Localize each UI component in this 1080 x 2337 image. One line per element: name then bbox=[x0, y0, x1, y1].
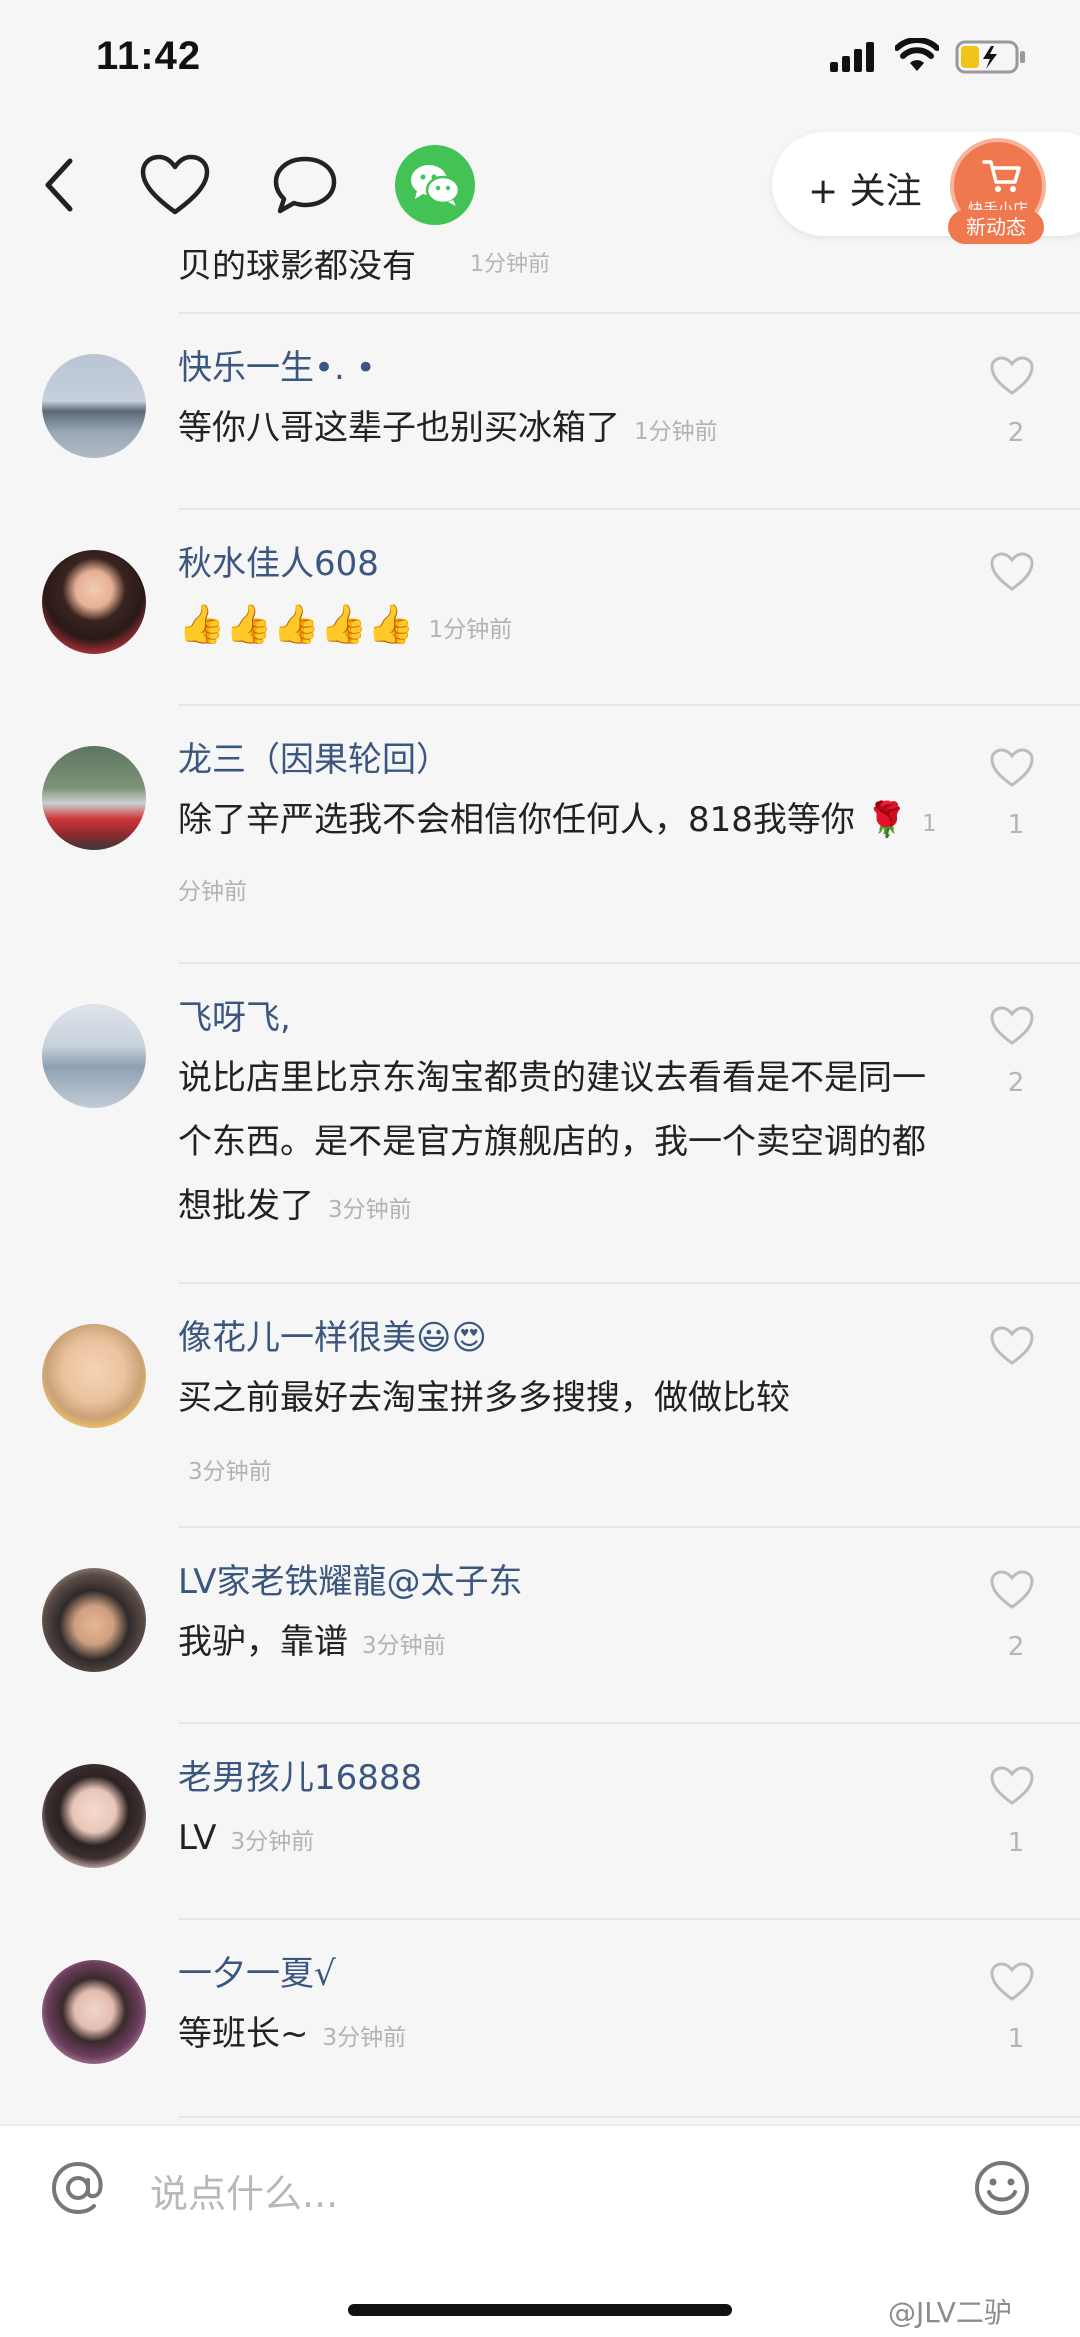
status-time: 11:42 bbox=[96, 34, 202, 78]
comment-text: 等你八哥这辈子也别买冰箱了 bbox=[178, 408, 620, 448]
comment-input-bar: @JLV二驴 bbox=[0, 2124, 1080, 2337]
avatar[interactable] bbox=[42, 1764, 146, 1868]
comment-item[interactable]: 老男孩儿16888 LV 3分钟前 1 bbox=[0, 1724, 1080, 1918]
comment-text-block: 买之前最好去淘宝拼多多搜搜，做做比较 bbox=[178, 1366, 958, 1430]
heart-icon[interactable] bbox=[990, 1326, 1034, 1366]
partial-comment-time: 1分钟前 bbox=[470, 252, 550, 277]
avatar[interactable] bbox=[42, 1568, 146, 1672]
signal-icon bbox=[830, 42, 874, 72]
comment-input[interactable] bbox=[150, 2164, 910, 2224]
comment-item[interactable]: 一夕一夏√ 等班长~ 3分钟前 1 bbox=[0, 1920, 1080, 2116]
commenter-name[interactable]: 老男孩儿16888 bbox=[178, 1750, 422, 1799]
comment-text: 买之前最好去淘宝拼多多搜搜，做做比较 bbox=[178, 1378, 790, 1418]
heart-icon[interactable] bbox=[990, 356, 1034, 396]
cart-icon bbox=[982, 160, 1021, 192]
comment-item[interactable]: 像花儿一样很美😃😍 买之前最好去淘宝拼多多搜搜，做做比较 3分钟前 bbox=[0, 1284, 1080, 1526]
comment-time: 3分钟前 bbox=[230, 1829, 315, 1855]
chevron-left-icon bbox=[45, 158, 73, 212]
comment-item[interactable]: 快乐一生•. • 等你八哥这辈子也别买冰箱了 1分钟前 2 bbox=[0, 314, 1080, 508]
like-count: 2 bbox=[1007, 418, 1025, 448]
comment-button[interactable] bbox=[265, 145, 345, 225]
comment-text-block: 说比店里比京东淘宝都贵的建议去看看是不是同一个东西。是不是官方旗舰店的，我一个卖… bbox=[178, 1046, 958, 1242]
home-indicator bbox=[348, 2304, 732, 2316]
comment-text-block: 等班长~ 3分钟前 bbox=[178, 2002, 958, 2070]
speech-bubble-icon bbox=[273, 156, 337, 214]
comment-list: 贝的球影都没有 1分钟前 快乐一生•. • 等你八哥这辈子也别买冰箱了 1分钟前 … bbox=[0, 250, 1080, 2120]
heart-icon[interactable] bbox=[990, 1766, 1034, 1806]
commenter-name[interactable]: 像花儿一样很美😃😍 bbox=[178, 1310, 487, 1359]
like-count: 1 bbox=[1007, 1828, 1025, 1858]
comment-item[interactable]: 飞呀飞, 说比店里比京东淘宝都贵的建议去看看是不是同一个东西。是不是官方旗舰店的… bbox=[0, 964, 1080, 1282]
new-dynamic-badge: 新动态 bbox=[948, 210, 1044, 244]
comment-text-block: 我驴，靠谱 3分钟前 bbox=[178, 1610, 958, 1678]
comment-text-block: LV 3分钟前 bbox=[178, 1806, 958, 1874]
watermark: @JLV二驴 bbox=[888, 2296, 1012, 2329]
emoji-icon[interactable] bbox=[972, 2158, 1032, 2218]
comment-text: 说比店里比京东淘宝都贵的建议去看看是不是同一个东西。是不是官方旗舰店的，我一个卖… bbox=[178, 1058, 926, 1226]
avatar[interactable] bbox=[42, 550, 146, 654]
like-count: 1 bbox=[1007, 810, 1025, 840]
at-mention-icon[interactable] bbox=[48, 2158, 108, 2218]
like-count: 2 bbox=[1007, 1068, 1025, 1098]
commenter-name[interactable]: 快乐一生•. • bbox=[178, 340, 376, 389]
heart-icon[interactable] bbox=[990, 1962, 1034, 2002]
nav-bar: + 关注 快手小店 新动态 bbox=[0, 120, 1080, 250]
wechat-icon bbox=[411, 165, 461, 206]
heart-icon bbox=[140, 154, 210, 215]
follow-label: + 关注 bbox=[808, 171, 922, 212]
comment-item[interactable]: 龙三（因果轮回） 除了辛严选我不会相信你任何人，818我等你 🌹 1分钟前 1 bbox=[0, 706, 1080, 962]
comment-text: 我驴，靠谱 bbox=[178, 1622, 348, 1662]
avatar[interactable] bbox=[42, 1960, 146, 2064]
comment-time: 3分钟前 bbox=[362, 1633, 446, 1659]
like-count: 2 bbox=[1007, 1632, 1025, 1662]
status-bar: 11:42 bbox=[0, 0, 1080, 120]
avatar[interactable] bbox=[42, 354, 146, 458]
commenter-name[interactable]: LV家老铁耀龍@太子东 bbox=[178, 1554, 522, 1603]
wechat-share-button[interactable] bbox=[395, 145, 475, 225]
comment-time: 3分钟前 bbox=[188, 1459, 272, 1485]
avatar[interactable] bbox=[42, 1324, 146, 1428]
commenter-name[interactable]: 一夕一夏√ bbox=[178, 1946, 336, 1995]
comment-time: 3分钟前 bbox=[328, 1197, 412, 1223]
back-button[interactable] bbox=[20, 145, 100, 225]
heart-icon[interactable] bbox=[990, 748, 1034, 788]
commenter-name[interactable]: 飞呀飞, bbox=[178, 990, 291, 1039]
comment-item[interactable]: LV家老铁耀龍@太子东 我驴，靠谱 3分钟前 2 bbox=[0, 1528, 1080, 1722]
comment-text-block: 等你八哥这辈子也别买冰箱了 1分钟前 bbox=[178, 396, 958, 464]
heart-icon[interactable] bbox=[990, 1006, 1034, 1046]
comment-text: LV bbox=[178, 1818, 217, 1858]
follow-button[interactable]: + 关注 快手小店 新动态 bbox=[772, 132, 1080, 244]
comment-time: 1分钟前 bbox=[428, 617, 513, 643]
comment-text-block: 除了辛严选我不会相信你任何人，818我等你 🌹 1分钟前 bbox=[178, 788, 958, 924]
commenter-name[interactable]: 秋水佳人608 bbox=[178, 536, 379, 585]
partial-comment-text: 贝的球影都没有 bbox=[178, 250, 416, 286]
comment-text-block: 👍👍👍👍👍 1分钟前 bbox=[178, 592, 958, 662]
comment-text: 👍👍👍👍👍 bbox=[178, 602, 415, 646]
divider bbox=[178, 2116, 1080, 2118]
heart-icon[interactable] bbox=[990, 552, 1034, 592]
commenter-name[interactable]: 龙三（因果轮回） bbox=[178, 732, 450, 781]
battery-icon bbox=[955, 40, 1025, 74]
comment-time: 3分钟前 bbox=[322, 2025, 407, 2051]
like-button[interactable] bbox=[135, 145, 215, 225]
avatar[interactable] bbox=[42, 746, 146, 850]
heart-icon[interactable] bbox=[990, 1570, 1034, 1610]
comment-text: 等班长~ bbox=[178, 2014, 309, 2054]
comment-item[interactable]: 秋水佳人608 👍👍👍👍👍 1分钟前 bbox=[0, 510, 1080, 704]
comment-time: 1分钟前 bbox=[634, 419, 718, 445]
avatar[interactable] bbox=[42, 1004, 146, 1108]
comment-text: 除了辛严选我不会相信你任何人，818我等你 🌹 bbox=[178, 800, 909, 840]
wifi-icon bbox=[895, 38, 939, 71]
like-count: 1 bbox=[1007, 2024, 1025, 2054]
